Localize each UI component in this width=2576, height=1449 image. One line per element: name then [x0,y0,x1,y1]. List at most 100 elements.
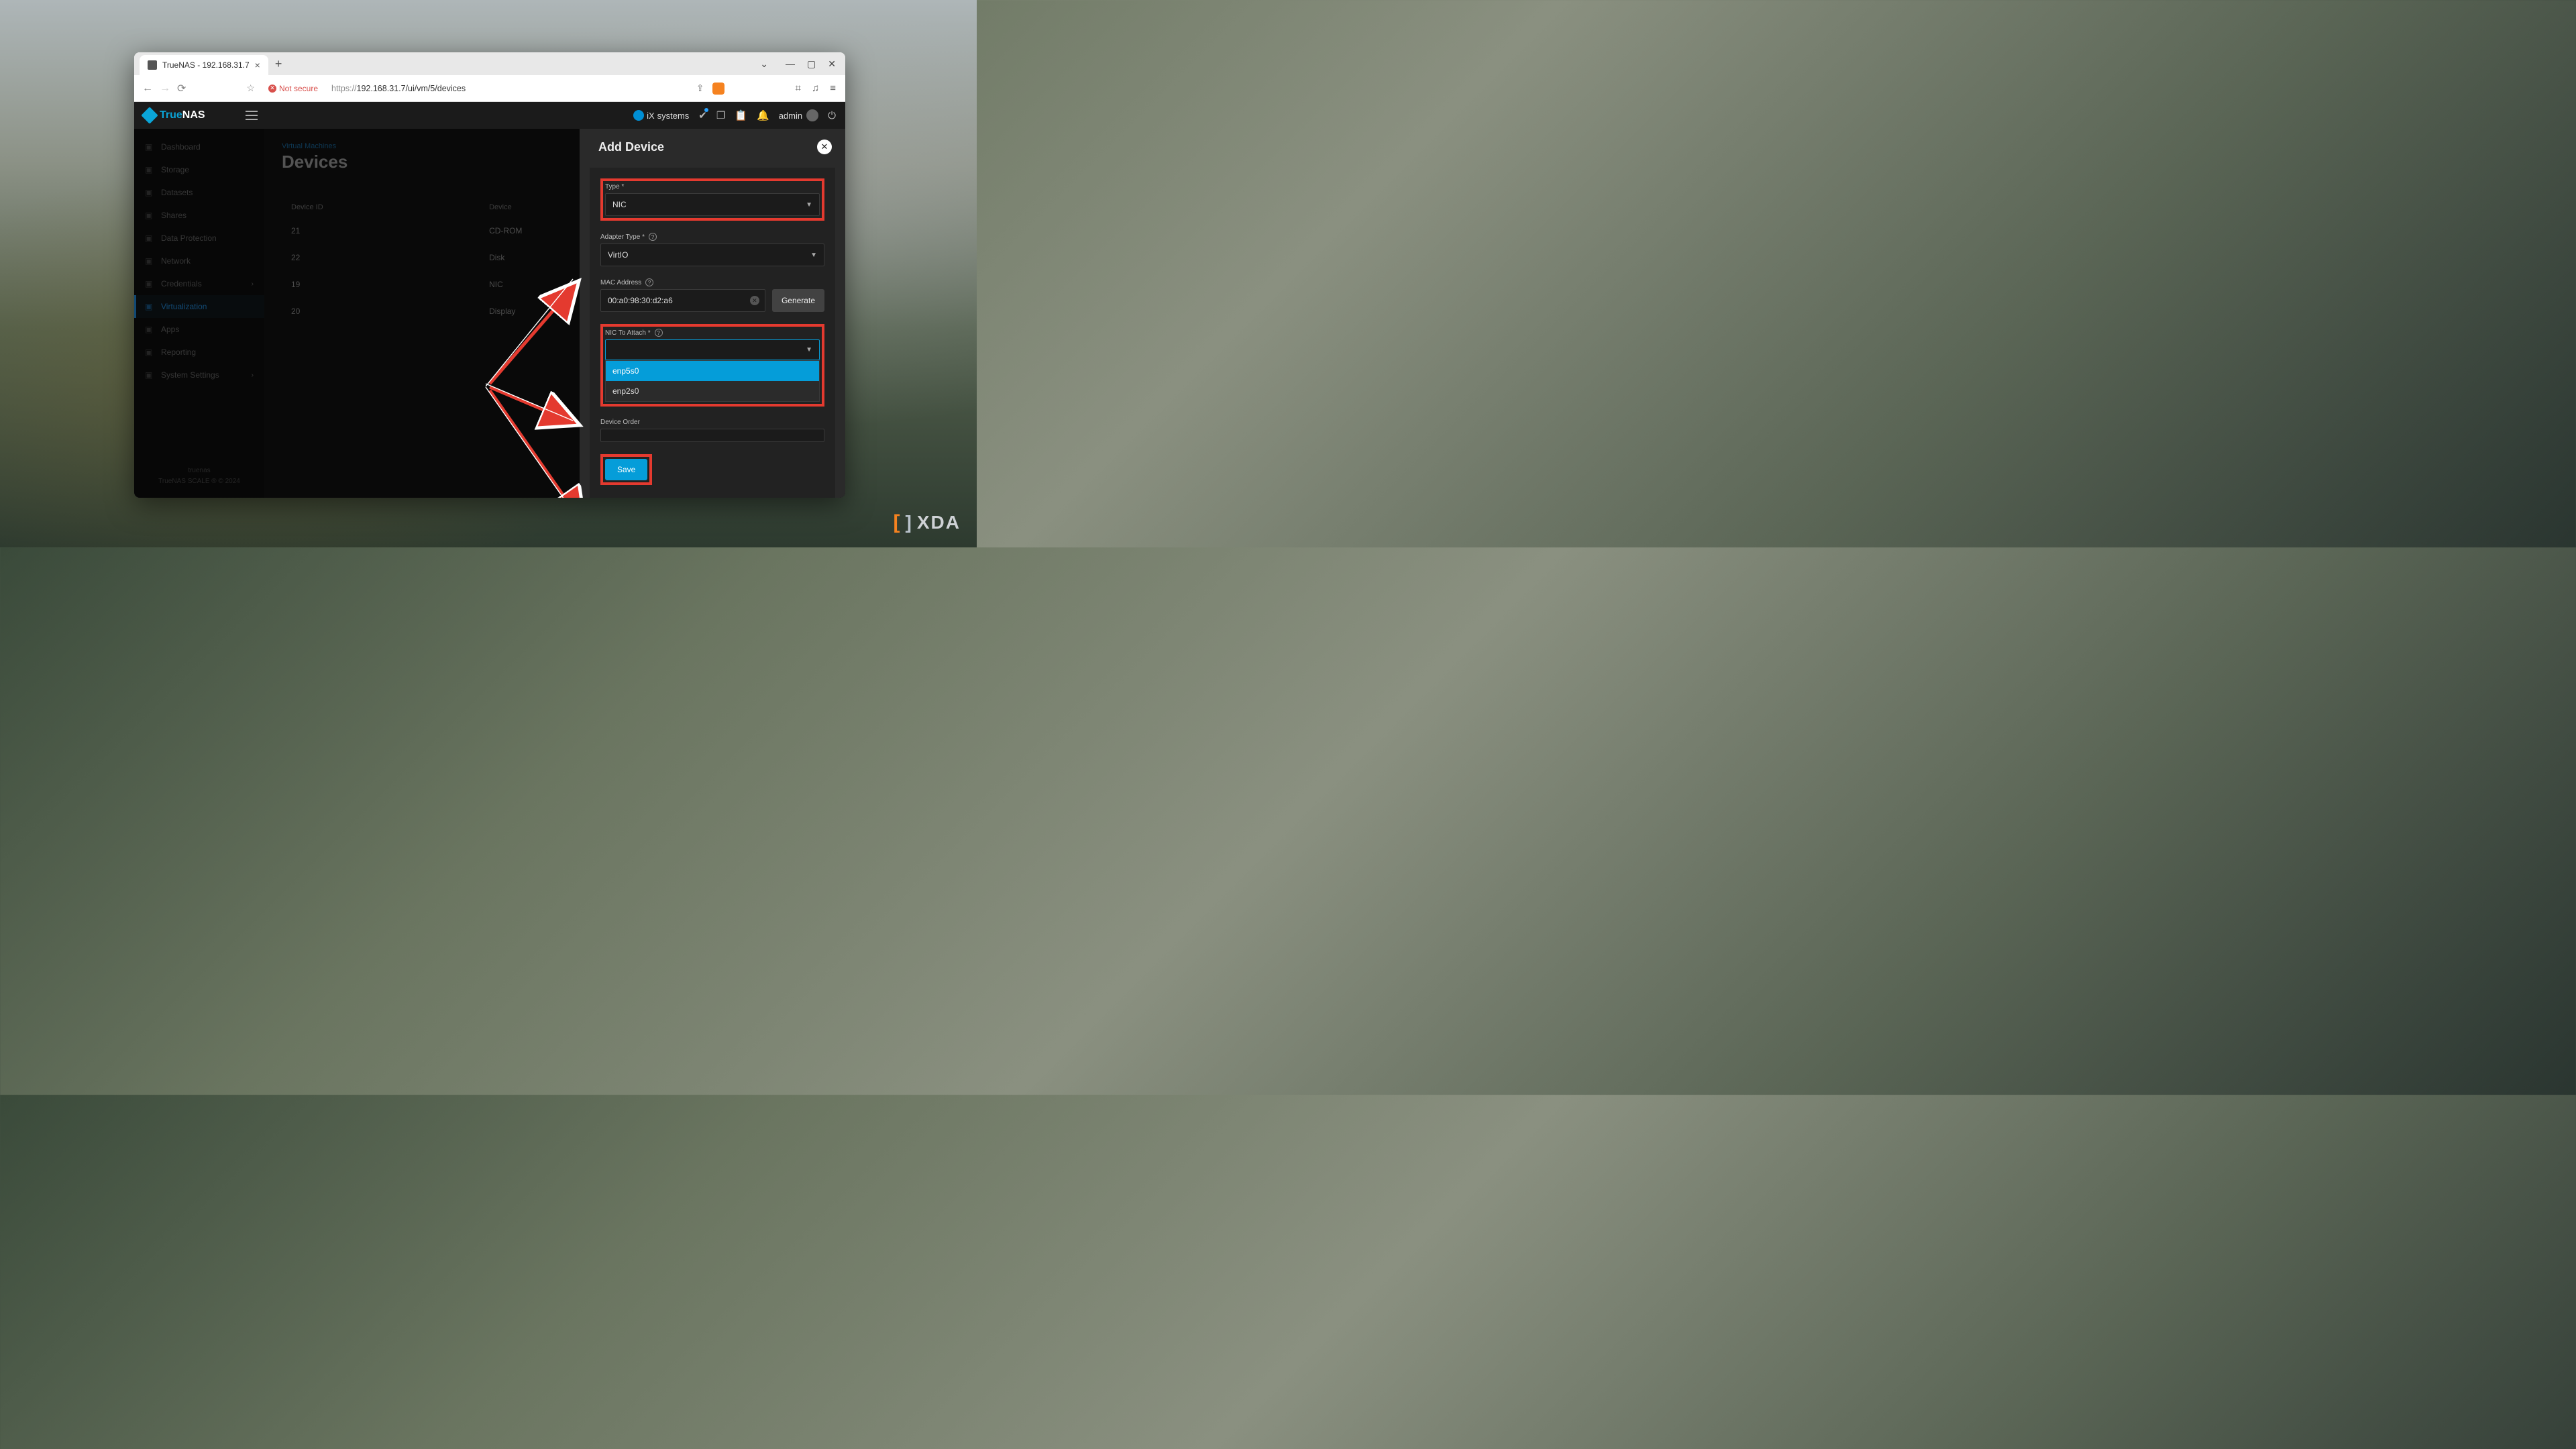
save-highlight: Save [600,454,652,485]
browser-window: TrueNAS - 192.168.31.7 × + ⌄ — ▢ ✕ ← → ⟳… [134,52,845,498]
sidebar-item-shares[interactable]: ▣ Shares [134,204,264,227]
security-badge[interactable]: ✕ Not secure [268,84,318,93]
close-window-button[interactable]: ✕ [828,58,836,70]
sidebar-item-label: Dashboard [161,142,201,152]
sidebar-item-data-protection[interactable]: ▣ Data Protection [134,227,264,250]
status-icon[interactable]: ✔ [698,109,707,121]
sidebar-item-label: Apps [161,325,179,334]
user-avatar-icon [806,109,818,121]
help-icon[interactable]: ? [645,278,653,286]
brave-shield-icon[interactable] [712,83,724,95]
media-icon[interactable]: ♫ [810,83,820,94]
sidebar-item-network[interactable]: ▣Network [134,250,264,272]
mac-input[interactable]: 00:a0:98:30:d2:a6 ✕ [600,289,765,312]
adapter-select[interactable]: VirtIO ▼ [600,244,824,266]
sidebar-item-system-settings[interactable]: ▣System Settings› [134,364,264,386]
sidebar-icon: ▣ [145,302,154,311]
sidebar: ▣Dashboard▣Storage▣Datasets▣Shares▣Data … [134,129,264,498]
sidebar-item-dashboard[interactable]: ▣Dashboard [134,136,264,158]
tab-close-icon[interactable]: × [255,60,260,70]
help-icon[interactable]: ? [655,329,663,337]
address-bar: ← → ⟳ ☆ ✕ Not secure https://192.168.31.… [134,75,845,102]
device-order-field-group: Device Order [600,419,824,442]
panel-close-button[interactable]: ✕ [817,140,832,154]
mac-label: MAC Address [600,279,641,286]
nic-attach-field-group: NIC To Attach *? ▼ enp5s0 enp2s0 [600,324,824,407]
reload-button[interactable]: ⟳ [177,82,186,95]
sidebar-item-label: Shares [161,211,186,220]
sidebar-item-storage[interactable]: ▣ Storage [134,158,264,181]
type-label: Type * [605,183,820,191]
favicon-icon [148,60,157,70]
add-device-panel: Add Device ✕ Type * NIC ▼ Adapter Type *… [580,129,845,498]
sidebar-icon: ▣ [145,279,154,288]
sidebar-item-datasets[interactable]: ▣ Datasets [134,181,264,204]
user-menu[interactable]: admin [779,109,818,121]
tab-dropdown-icon[interactable]: ⌄ [760,58,768,70]
device-order-input[interactable] [600,429,824,442]
type-select[interactable]: NIC ▼ [605,193,820,216]
extensions-icon[interactable]: ⌗ [794,83,802,94]
sidebar-icon: ▣ [145,211,154,220]
truenas-logo[interactable]: TrueNAS [144,109,205,121]
type-field-group: Type * NIC ▼ [600,178,824,221]
browser-tab[interactable]: TrueNAS - 192.168.31.7 × [140,55,268,75]
chevron-down-icon: ▼ [806,201,812,209]
clipboard-icon[interactable]: 📋 [735,109,747,121]
share-icon[interactable]: ⇪ [696,83,704,94]
forward-button[interactable]: → [160,83,170,95]
app-header: TrueNAS iXsystems ✔ ❐ 📋 🔔 admin ⏻ [134,102,845,129]
sidebar-item-label: Reporting [161,347,196,357]
back-button[interactable]: ← [142,83,153,95]
sidebar-item-virtualization[interactable]: ▣ Virtualization [134,295,264,318]
chevron-right-icon: › [252,372,254,379]
nic-option[interactable]: enp2s0 [606,381,819,401]
sidebar-icon: ▣ [145,325,154,334]
minimize-button[interactable]: — [786,58,795,70]
bookmark-icon[interactable]: ☆ [246,83,255,94]
sidebar-item-credentials[interactable]: ▣Credentials› [134,272,264,295]
help-icon[interactable]: ? [649,233,657,241]
sidebar-icon: ▣ [145,347,154,357]
menu-icon[interactable]: ≡ [828,83,837,94]
sidebar-item-label: Storage [161,165,189,174]
sidebar-icon: ▣ [145,188,154,197]
sidebar-item-apps[interactable]: ▣ Apps [134,318,264,341]
maximize-button[interactable]: ▢ [807,58,816,70]
generate-button[interactable]: Generate [772,289,824,312]
security-label: Not secure [279,84,318,93]
mac-field-group: MAC Address? 00:a0:98:30:d2:a6 ✕ Generat… [600,278,824,312]
sidebar-item-label: Data Protection [161,233,217,243]
device-order-label: Device Order [600,419,824,426]
save-button[interactable]: Save [605,459,647,480]
new-tab-button[interactable]: + [275,57,282,71]
sidebar-icon: ▣ [145,165,154,174]
chevron-down-icon: ▼ [806,346,812,354]
clear-icon[interactable]: ✕ [750,296,759,305]
ix-icon [633,110,644,121]
not-secure-icon: ✕ [268,85,276,93]
nic-option[interactable]: enp5s0 [606,361,819,381]
panel-title: Add Device [598,140,664,154]
bell-icon[interactable]: 🔔 [757,109,769,121]
col-device-id: Device ID [283,198,480,217]
xda-watermark: [] XDA [894,511,961,534]
nic-dropdown-list: enp5s0 enp2s0 [605,360,820,402]
sidebar-item-label: Virtualization [161,302,207,311]
url-text[interactable]: https://192.168.31.7/ui/vm/5/devices [331,84,466,93]
sidebar-item-reporting[interactable]: ▣ Reporting [134,341,264,364]
sidebar-icon: ▣ [145,233,154,243]
ixsystems-logo[interactable]: iXsystems [633,110,689,121]
tab-title: TrueNAS - 192.168.31.7 [162,60,250,70]
nic-label: NIC To Attach * [605,329,651,337]
stack-icon[interactable]: ❐ [716,109,725,121]
sidebar-footer: truenas TrueNAS SCALE ® © 2024 [134,455,264,498]
sidebar-item-label: Credentials [161,279,202,288]
hamburger-menu-icon[interactable] [246,111,258,120]
sidebar-icon: ▣ [145,370,154,380]
nic-select[interactable]: ▼ [605,339,820,360]
tab-strip: TrueNAS - 192.168.31.7 × + ⌄ — ▢ ✕ [134,52,845,75]
power-icon[interactable]: ⏻ [828,110,836,121]
sidebar-item-label: Datasets [161,188,193,197]
adapter-field-group: Adapter Type *? VirtIO ▼ [600,233,824,266]
